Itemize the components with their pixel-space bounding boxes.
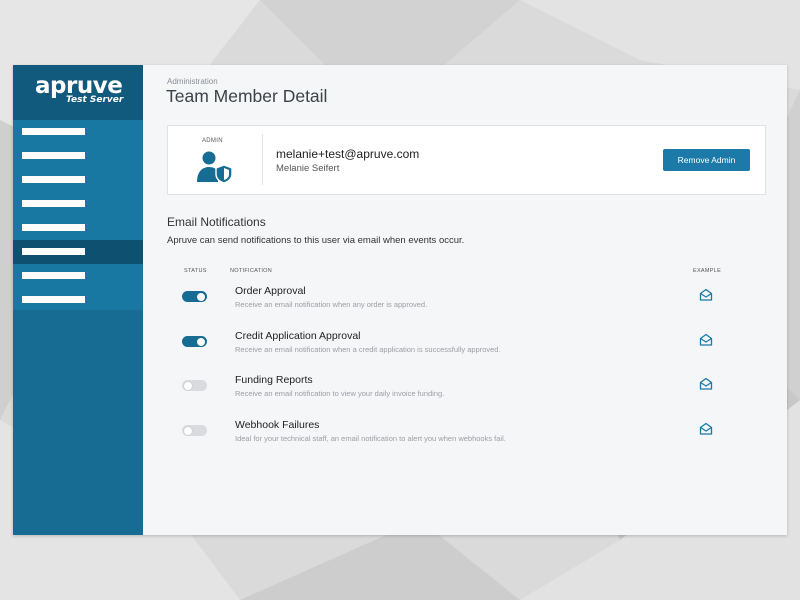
sidebar-item-1[interactable]	[13, 120, 143, 144]
member-name: Melanie Seifert	[276, 163, 340, 174]
envelope-open-icon[interactable]	[699, 288, 713, 302]
notification-row-funding-reports: Funding Reports Receive an email notific…	[143, 374, 787, 414]
sidebar-item-placeholder	[22, 152, 85, 159]
toggle-knob	[197, 337, 205, 346]
column-header-notification: NOTIFICATION	[230, 268, 272, 274]
toggle-knob	[197, 292, 205, 301]
user-shield-icon	[197, 151, 233, 183]
section-title: Email Notifications	[167, 215, 266, 229]
sidebar-item-placeholder	[22, 176, 85, 183]
sidebar-item-6[interactable]	[13, 240, 143, 264]
notification-title: Funding Reports	[235, 374, 313, 386]
notification-title: Order Approval	[235, 285, 306, 297]
sidebar-item-placeholder	[22, 200, 85, 207]
envelope-open-icon[interactable]	[699, 422, 713, 436]
app-window: apruve Test Server Administration Team M…	[13, 65, 787, 535]
status-toggle[interactable]	[182, 380, 207, 391]
sidebar-item-2[interactable]	[13, 144, 143, 168]
notification-description: Receive an email notification to view yo…	[235, 389, 445, 398]
sidebar-item-4[interactable]	[13, 192, 143, 216]
logo[interactable]: apruve Test Server	[13, 65, 143, 120]
column-header-status: STATUS	[184, 268, 207, 274]
status-toggle[interactable]	[182, 336, 207, 347]
notification-title: Webhook Failures	[235, 419, 320, 431]
page-title: Team Member Detail	[166, 86, 328, 106]
sidebar-item-8[interactable]	[13, 288, 143, 312]
toggle-knob	[184, 381, 192, 390]
sidebar-item-7[interactable]	[13, 264, 143, 288]
notification-row-webhook-failures: Webhook Failures Ideal for your technica…	[143, 419, 787, 459]
status-toggle[interactable]	[182, 425, 207, 436]
envelope-open-icon[interactable]	[699, 377, 713, 391]
main-content: Administration Team Member Detail ADMIN …	[143, 65, 787, 535]
card-divider	[262, 134, 263, 185]
role-label: ADMIN	[202, 138, 223, 144]
notification-row-credit-application-approval: Credit Application Approval Receive an e…	[143, 330, 787, 370]
sidebar-item-3[interactable]	[13, 168, 143, 192]
section-description: Apruve can send notifications to this us…	[167, 235, 465, 246]
sidebar-item-placeholder	[22, 248, 85, 255]
sidebar-item-placeholder	[22, 128, 85, 135]
notification-description: Ideal for your technical staff, an email…	[235, 434, 506, 443]
member-card: ADMIN melanie+test@apruve.com Melanie Se…	[167, 125, 766, 195]
column-header-example: EXAMPLE	[693, 268, 722, 274]
sidebar-item-placeholder	[22, 224, 85, 231]
sidebar: apruve Test Server	[13, 65, 143, 535]
notification-description: Receive an email notification when a cre…	[235, 345, 501, 354]
toggle-knob	[184, 426, 192, 435]
notification-row-order-approval: Order Approval Receive an email notifica…	[143, 285, 787, 325]
sidebar-item-placeholder	[22, 296, 85, 303]
notification-description: Receive an email notification when any o…	[235, 300, 428, 309]
envelope-open-icon[interactable]	[699, 333, 713, 347]
remove-admin-button[interactable]: Remove Admin	[663, 149, 750, 171]
sidebar-item-placeholder	[22, 272, 85, 279]
breadcrumb[interactable]: Administration	[167, 77, 218, 86]
logo-subtitle: Test Server	[66, 95, 124, 105]
member-email: melanie+test@apruve.com	[276, 147, 420, 161]
sidebar-nav	[13, 120, 143, 310]
status-toggle[interactable]	[182, 291, 207, 302]
sidebar-item-5[interactable]	[13, 216, 143, 240]
notification-title: Credit Application Approval	[235, 330, 361, 342]
